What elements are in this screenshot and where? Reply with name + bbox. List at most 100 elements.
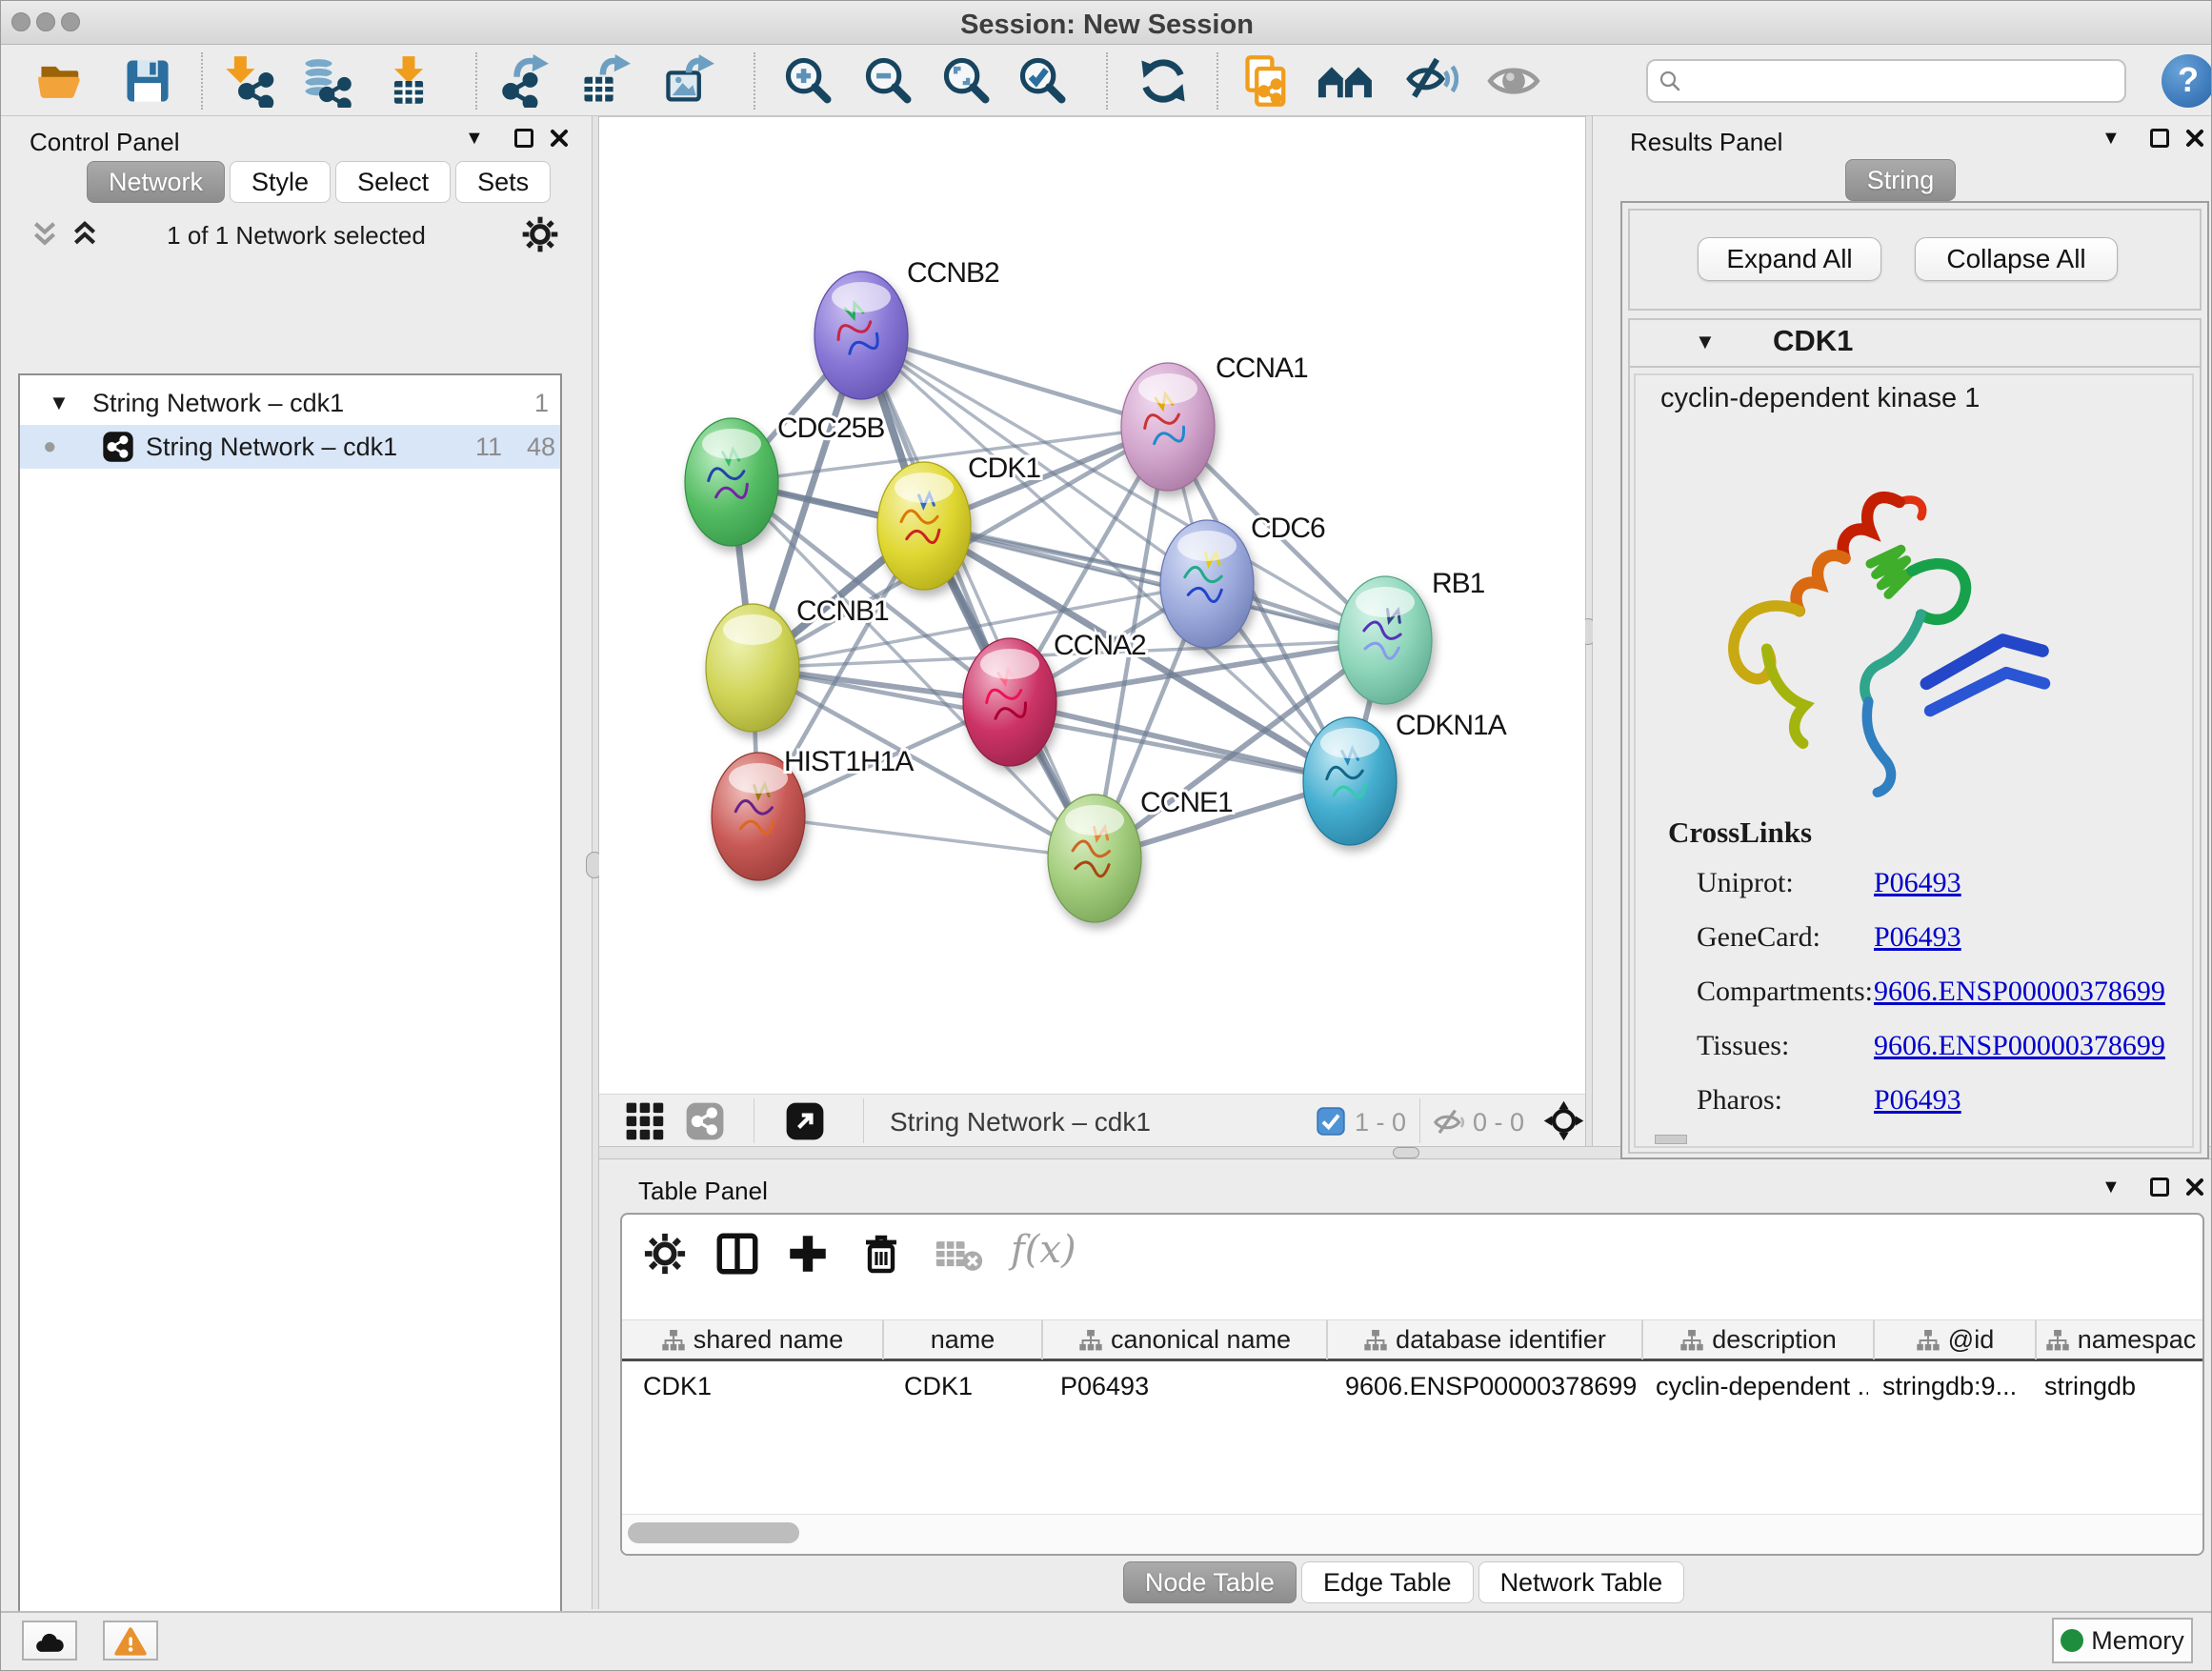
zoom-in-button[interactable] [782, 54, 835, 108]
column-header-5[interactable]: description [1643, 1320, 1875, 1359]
crosslink-value[interactable]: P06493 [1874, 921, 1961, 954]
import-table-icon [382, 54, 435, 108]
table-cell[interactable]: cyclin-dependent ... [1656, 1365, 1868, 1407]
node-CCNB2[interactable] [814, 272, 908, 399]
import-table-button[interactable] [382, 54, 435, 108]
results-panel-close-icon[interactable] [2184, 128, 2205, 149]
tab-string[interactable]: String [1845, 159, 1957, 201]
column-header-6[interactable]: @id [1875, 1320, 2037, 1359]
crosslink-value[interactable]: 9606.ENSP00000378699 [1874, 976, 2165, 1008]
selected-checkbox-icon[interactable] [1317, 1107, 1345, 1136]
column-header-1[interactable]: shared name [622, 1320, 884, 1359]
show-network-overview-button[interactable] [1314, 54, 1378, 108]
tab-sets[interactable]: Sets [455, 161, 551, 203]
tab-node-table[interactable]: Node Table [1123, 1561, 1297, 1603]
tab-network-table[interactable]: Network Table [1478, 1561, 1685, 1603]
table-cell[interactable]: 9606.ENSP00000378699 [1345, 1365, 1641, 1407]
tab-network[interactable]: Network [87, 161, 225, 203]
network-graph[interactable]: CCNB2CCNA1CDC25BCDK1CDC6RB1CCNB1CCNA2CDK… [599, 125, 1585, 1094]
bottom-splitter-handle[interactable] [1393, 1147, 1419, 1158]
node-CCNA2[interactable] [963, 638, 1056, 766]
column-type-icon [1679, 1328, 1704, 1353]
node-label-CDC25B: CDC25B [777, 413, 884, 444]
table-cell[interactable]: CDK1 [643, 1365, 886, 1407]
column-header-3[interactable]: canonical name [1043, 1320, 1328, 1359]
refresh-icon [1136, 54, 1190, 108]
gene-expander-icon[interactable]: ▼ [1695, 330, 1716, 354]
control-panel-float-icon[interactable] [514, 129, 533, 148]
tab-select[interactable]: Select [335, 161, 451, 203]
column-header-4[interactable]: database identifier [1328, 1320, 1643, 1359]
zoom-fit-button[interactable] [940, 54, 994, 108]
cloud-status-button[interactable] [22, 1621, 77, 1661]
add-column-plus-icon[interactable] [784, 1230, 832, 1278]
show-columns-icon[interactable] [714, 1230, 761, 1278]
node-CDC25B[interactable] [685, 418, 778, 546]
detach-view-icon[interactable] [785, 1101, 825, 1141]
column-header-label: @id [1948, 1325, 1994, 1354]
table-hscrollbar-thumb[interactable] [628, 1522, 799, 1543]
crosshair-icon[interactable] [1542, 1099, 1585, 1142]
node-CDK1[interactable] [877, 462, 971, 590]
tab-style[interactable]: Style [230, 161, 331, 203]
node-CCNE1[interactable] [1048, 795, 1141, 922]
tree-expander-icon[interactable]: ▼ [49, 381, 70, 425]
import-network-from-database-button[interactable] [298, 54, 352, 108]
crosslink-value[interactable]: P06493 [1874, 1084, 1961, 1117]
results-scrollbar-stub[interactable] [1655, 1135, 1687, 1144]
crosslink-value[interactable]: P06493 [1874, 867, 1961, 899]
edge-CCNB2-CCNE1[interactable] [861, 335, 1095, 858]
table-panel-float-icon[interactable] [2150, 1178, 2169, 1197]
table-settings-gear-icon[interactable] [643, 1232, 687, 1276]
edge-CCNE1-HIST1H1A[interactable] [758, 816, 1095, 858]
node-CCNA1[interactable] [1121, 363, 1215, 491]
gene-content: cyclin-dependent kinase 1 CrossLinks Uni… [1634, 373, 2194, 1148]
node-CDC6[interactable] [1160, 520, 1254, 648]
column-header-2[interactable]: name [884, 1320, 1043, 1359]
hide-graphics-details-button[interactable] [1405, 54, 1458, 108]
table-panel-menu-caret-icon[interactable]: ▼ [2101, 1177, 2121, 1198]
results-panel-menu-caret-icon[interactable]: ▼ [2101, 128, 2121, 150]
export-image-button[interactable] [662, 54, 715, 108]
export-table-button[interactable] [578, 54, 632, 108]
memory-button[interactable]: Memory [2052, 1618, 2193, 1663]
gene-section-header[interactable]: ▼ CDK1 [1628, 318, 2202, 368]
node-CDKN1A[interactable] [1303, 717, 1397, 845]
table-hscrollbar[interactable] [622, 1514, 2204, 1556]
crosslink-value[interactable]: 9606.ENSP00000378699 [1874, 1030, 2165, 1062]
tab-edge-table[interactable]: Edge Table [1301, 1561, 1474, 1603]
save-session-button[interactable] [121, 54, 174, 108]
birds-eye-view-button[interactable] [1487, 54, 1540, 108]
warning-status-button[interactable] [103, 1621, 158, 1661]
table-cell[interactable]: CDK1 [904, 1365, 1044, 1407]
grid-view-icon[interactable] [625, 1101, 665, 1141]
expand-all-button[interactable]: Expand All [1698, 237, 1881, 281]
results-panel-float-icon[interactable] [2150, 129, 2169, 148]
control-panel-close-icon[interactable] [549, 128, 570, 149]
column-header-7[interactable]: namespac [2037, 1320, 2204, 1359]
node-CCNB1[interactable] [706, 604, 799, 732]
delete-trash-icon[interactable] [858, 1230, 904, 1278]
import-network-button[interactable] [222, 54, 275, 108]
zoom-out-button[interactable] [862, 54, 915, 108]
network-row-selected[interactable]: ● String Network – cdk1 11 48 [20, 425, 560, 469]
duplicate-network-button[interactable] [1237, 54, 1297, 108]
network-collection-row[interactable]: ▼ String Network – cdk1 1 [20, 381, 560, 425]
collapse-all-button[interactable]: Collapse All [1915, 237, 2118, 281]
table-panel-close-icon[interactable] [2184, 1177, 2205, 1198]
search-input[interactable] [1646, 59, 2126, 103]
node-RB1[interactable] [1338, 576, 1432, 704]
zoom-selected-button[interactable] [1016, 54, 1070, 108]
help-button[interactable]: ? [2162, 54, 2212, 108]
gear-icon[interactable] [521, 215, 559, 253]
network-view-badge-icon[interactable] [685, 1101, 725, 1141]
table-cell[interactable]: P06493 [1060, 1365, 1326, 1407]
control-panel-menu-caret-icon[interactable]: ▼ [465, 128, 484, 150]
table-cell[interactable]: stringdb [2044, 1365, 2195, 1407]
network-canvas[interactable]: CCNB2CCNA1CDC25BCDK1CDC6RB1CCNB1CCNA2CDK… [599, 117, 1585, 1094]
export-network-button[interactable] [496, 54, 550, 108]
table-cell[interactable]: stringdb:9... [1882, 1365, 2025, 1407]
refresh-button[interactable] [1136, 54, 1190, 108]
open-session-button[interactable] [35, 54, 89, 108]
network-list: ▼ String Network – cdk1 1 ● String Netwo… [18, 373, 562, 1671]
